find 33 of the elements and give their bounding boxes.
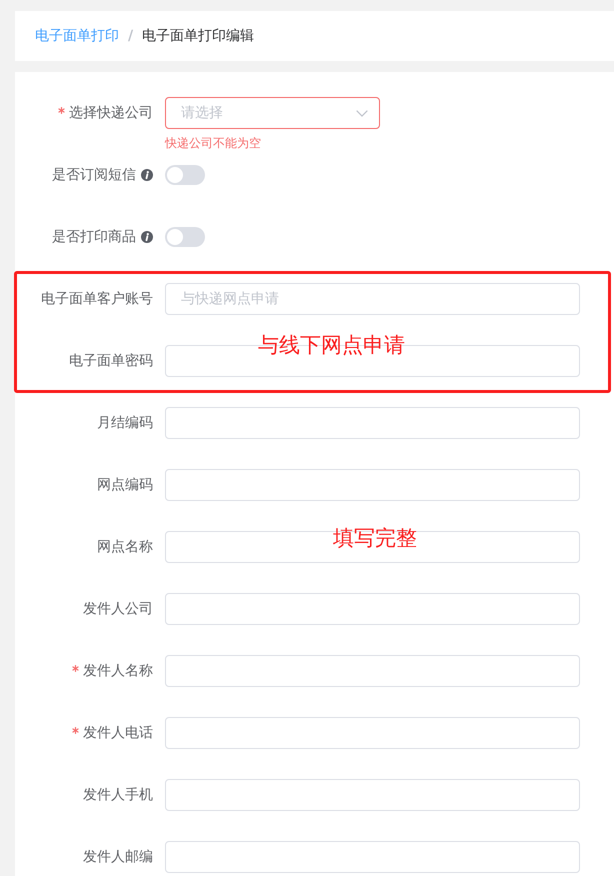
- field-label: 发件人手机: [83, 786, 153, 804]
- chevron-down-icon: [356, 110, 368, 116]
- field-label: 月结编码: [97, 414, 153, 432]
- text-input[interactable]: [165, 717, 580, 749]
- text-input[interactable]: [165, 469, 580, 501]
- text-input[interactable]: [165, 841, 580, 873]
- field-label: 选择快递公司: [69, 104, 153, 122]
- field-label: 是否订阅短信: [52, 166, 136, 184]
- field-label: 网点名称: [97, 538, 153, 556]
- field-label: 是否打印商品: [52, 228, 136, 246]
- breadcrumb-separator: /: [128, 27, 134, 45]
- field-label: 发件人公司: [83, 600, 153, 618]
- error-message: 快递公司不能为空: [165, 137, 261, 149]
- toggle-switch[interactable]: [165, 165, 205, 185]
- text-input[interactable]: [165, 407, 580, 439]
- text-input[interactable]: [165, 593, 580, 625]
- field-label: 网点编码: [97, 476, 153, 494]
- toggle-switch[interactable]: [165, 227, 205, 247]
- annotation-text: 与线下网点申请: [258, 334, 405, 357]
- field-label: 发件人电话: [83, 724, 153, 742]
- field-label: 电子面单客户账号: [41, 290, 153, 308]
- annotation-text: 填写完整: [333, 527, 417, 550]
- breadcrumb-current: 电子面单打印编辑: [142, 27, 254, 45]
- field-label: 发件人名称: [83, 662, 153, 680]
- breadcrumb-link[interactable]: 电子面单打印: [35, 27, 119, 45]
- info-icon[interactable]: [141, 231, 153, 243]
- select-field[interactable]: 请选择: [165, 97, 380, 129]
- text-input[interactable]: [165, 655, 580, 687]
- field-label: 电子面单密码: [69, 352, 153, 370]
- field-label: 发件人邮编: [83, 848, 153, 866]
- info-icon[interactable]: [141, 169, 153, 181]
- text-input[interactable]: [165, 779, 580, 811]
- text-input[interactable]: 与快递网点申请: [165, 283, 580, 315]
